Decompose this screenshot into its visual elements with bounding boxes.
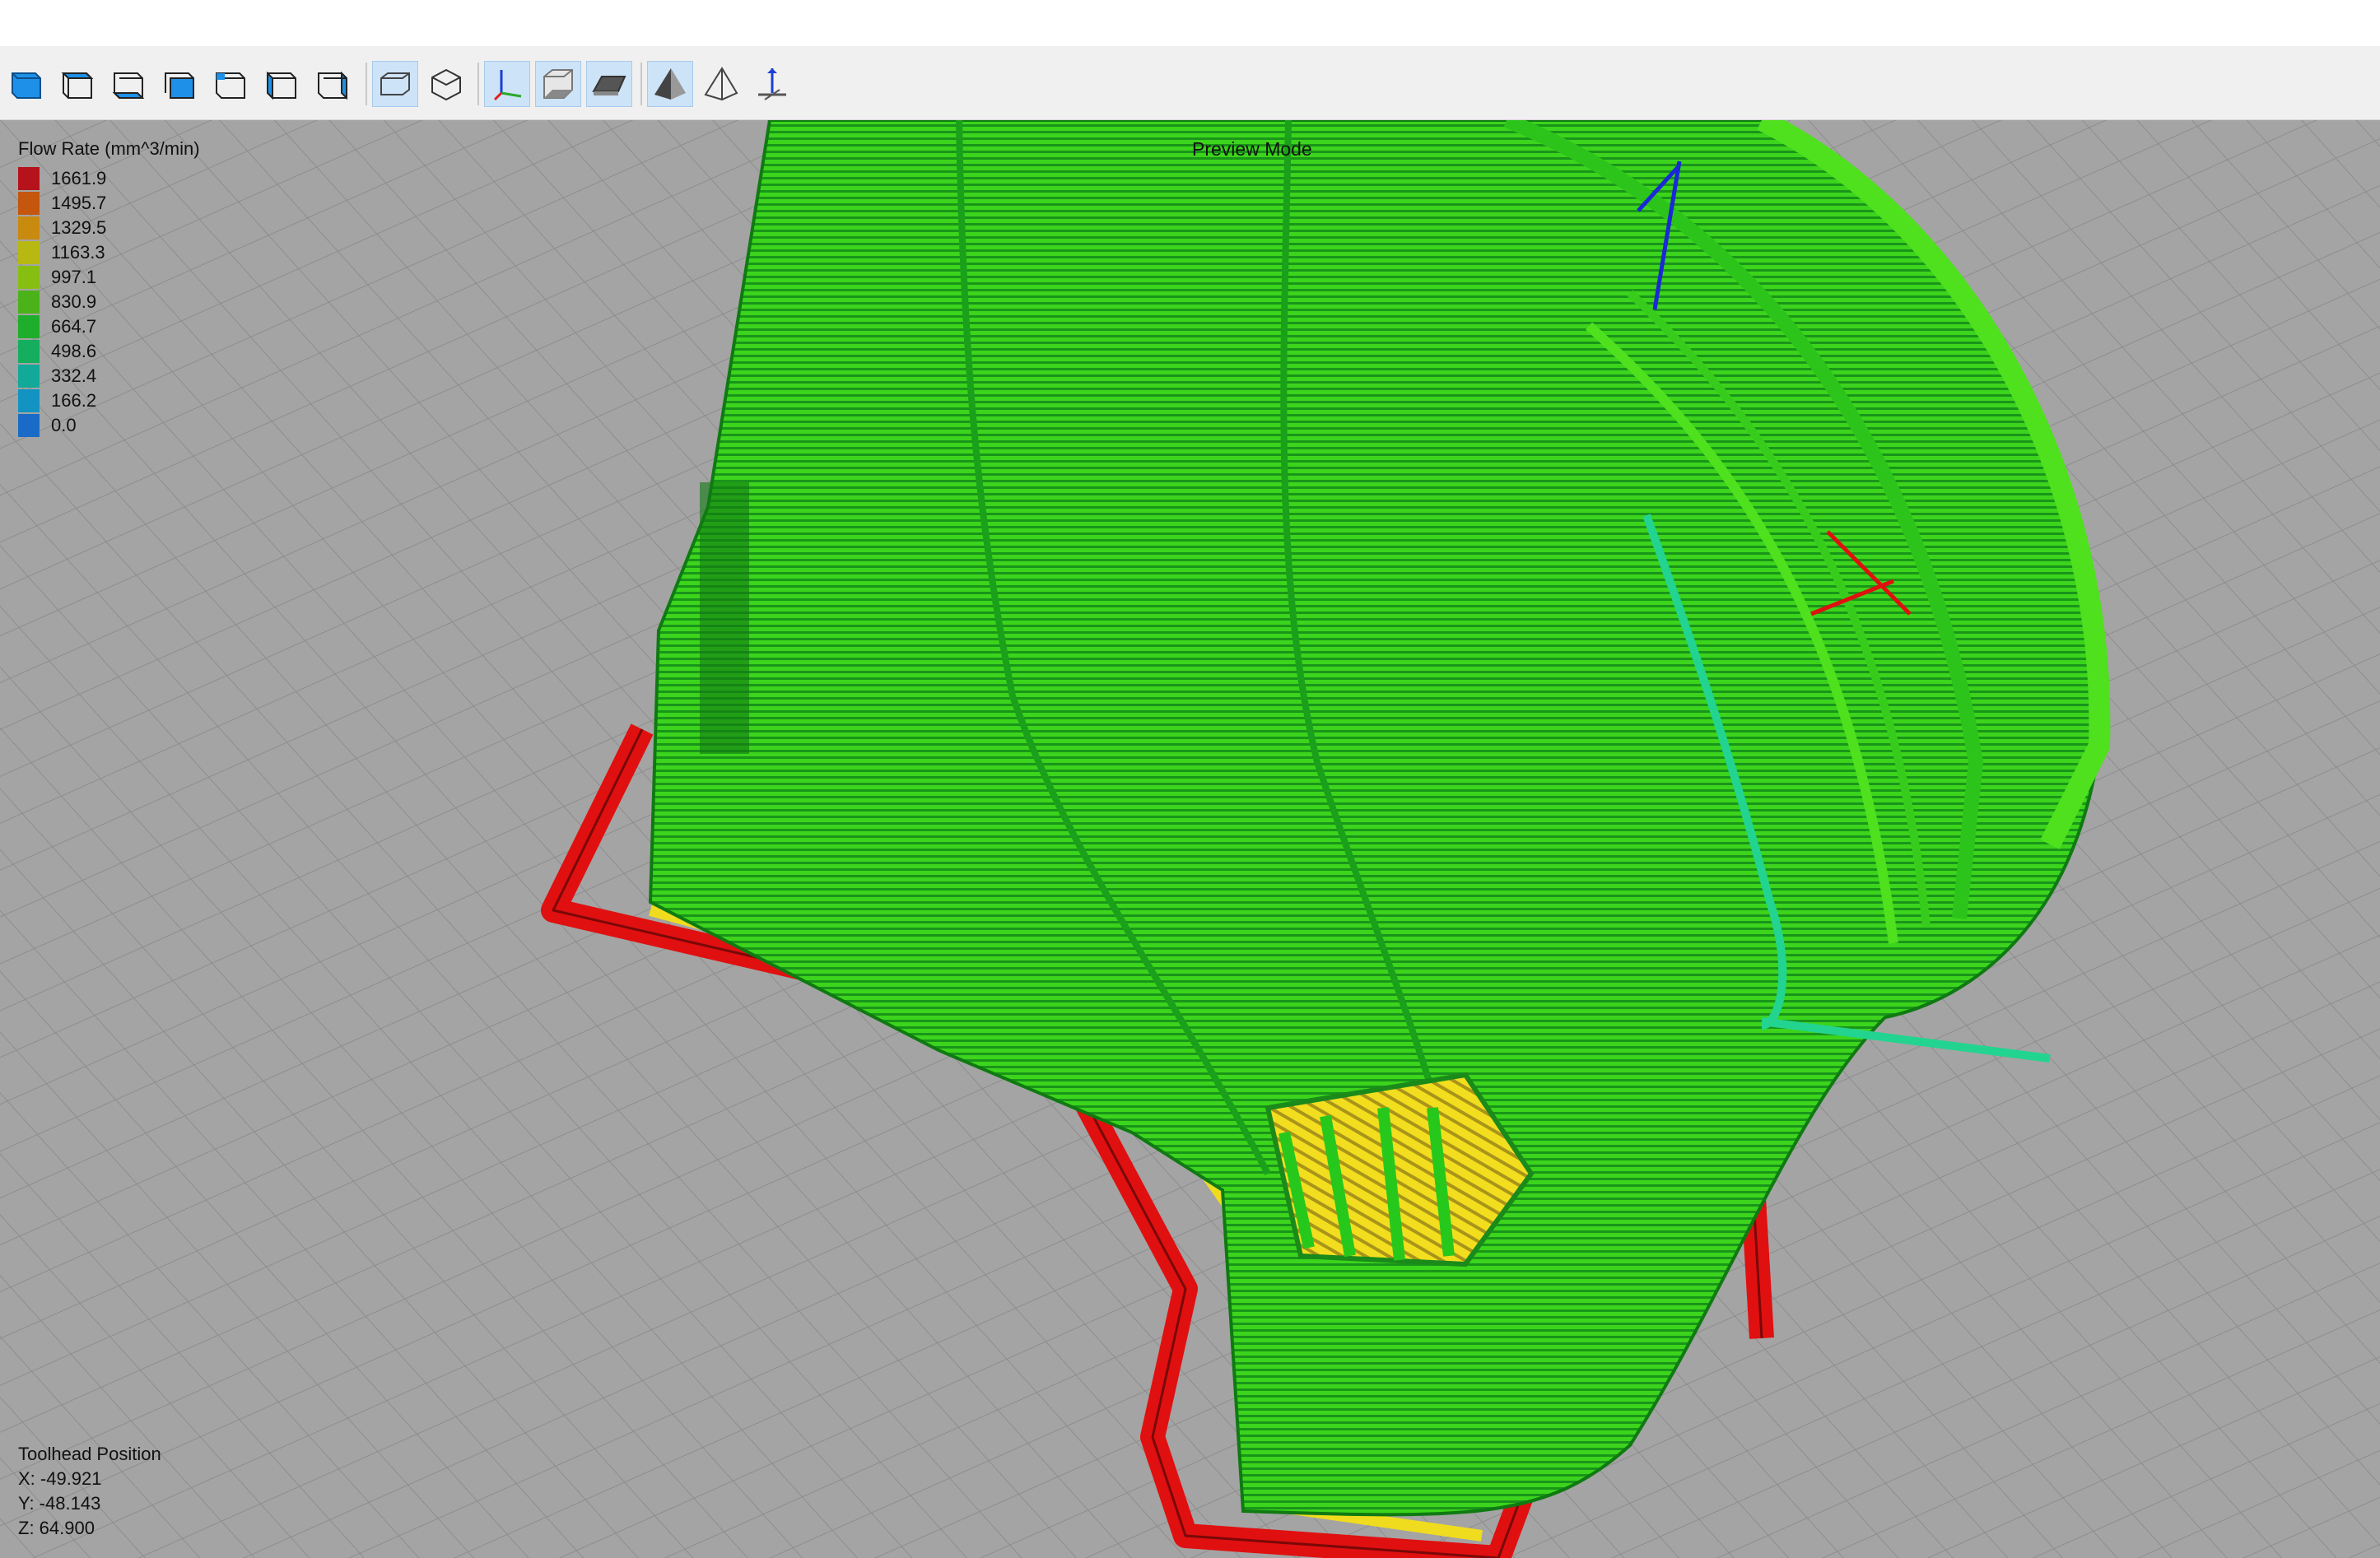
legend-entry: 0.0 xyxy=(18,413,200,438)
toolbar-separator xyxy=(640,63,642,105)
perspective-icon xyxy=(431,68,461,101)
legend-value: 332.4 xyxy=(51,365,97,386)
toolhead-y: Y: -48.143 xyxy=(18,1493,101,1514)
orthographic-button[interactable] xyxy=(372,61,418,107)
window-title-bar xyxy=(0,0,2380,46)
sparse-infill-left xyxy=(700,482,749,754)
legend-entry: 997.1 xyxy=(18,265,200,290)
legend-swatch xyxy=(18,266,40,289)
view-right-icon xyxy=(318,71,347,100)
legend-value: 166.2 xyxy=(51,390,97,411)
gcode-preview-scene xyxy=(0,120,2380,1558)
legend-entry: 1329.5 xyxy=(18,216,200,240)
legend-value: 1329.5 xyxy=(51,217,107,238)
bed-button[interactable] xyxy=(586,61,632,107)
legend-entry: 830.9 xyxy=(18,290,200,314)
legend-swatch xyxy=(18,389,40,412)
legend-value: 0.0 xyxy=(51,415,77,435)
legend-title: Flow Rate (mm^3/min) xyxy=(18,138,200,159)
view-bottom-button[interactable] xyxy=(105,61,151,107)
view-iso-button[interactable] xyxy=(3,61,49,107)
view-left-icon xyxy=(267,71,296,100)
view-back-icon xyxy=(216,72,245,99)
view-left-button[interactable] xyxy=(258,61,305,107)
wireframe-mode-button[interactable] xyxy=(698,61,744,107)
toolbar-separator xyxy=(477,63,479,105)
view-toolbar xyxy=(0,46,2380,120)
view-front-icon xyxy=(165,72,194,99)
axes-button[interactable] xyxy=(484,61,530,107)
toolhead-position-panel: Toolhead Position X: -49.921 Y: -48.143 … xyxy=(18,1442,161,1541)
view-front-button[interactable] xyxy=(156,61,203,107)
legend-entry: 1163.3 xyxy=(18,240,200,265)
perspective-button[interactable] xyxy=(423,61,469,107)
legend-swatch xyxy=(18,167,40,190)
toolhead-icon xyxy=(758,68,786,100)
legend-value: 1163.3 xyxy=(51,242,105,263)
toolhead-z: Z: 64.900 xyxy=(18,1518,95,1538)
view-right-button[interactable] xyxy=(310,61,356,107)
bed-icon xyxy=(592,76,626,95)
legend-swatch xyxy=(18,241,40,264)
legend-swatch xyxy=(18,414,40,437)
wireframe-mode-icon xyxy=(704,67,738,101)
view-back-button[interactable] xyxy=(207,61,254,107)
toolbar-separator xyxy=(366,63,367,105)
legend-swatch xyxy=(18,340,40,363)
flow-rate-legend: Flow Rate (mm^3/min) 1661.9 1495.7 1329.5 1… xyxy=(18,138,200,438)
legend-entry: 332.4 xyxy=(18,364,200,388)
legend-entry: 166.2 xyxy=(18,388,200,413)
view-iso-icon xyxy=(12,72,41,99)
toolhead-x: X: -49.921 xyxy=(18,1468,102,1489)
legend-value: 498.6 xyxy=(51,341,97,361)
legend-value: 830.9 xyxy=(51,291,97,312)
toolhead-button[interactable] xyxy=(749,61,795,107)
legend-swatch xyxy=(18,315,40,338)
view-top-button[interactable] xyxy=(54,61,100,107)
legend-value: 664.7 xyxy=(51,316,97,337)
legend-value: 1661.9 xyxy=(51,168,107,188)
legend-swatch xyxy=(18,192,40,215)
build-volume-icon xyxy=(543,69,573,99)
solid-mode-icon xyxy=(654,68,686,100)
legend-swatch xyxy=(18,291,40,314)
3d-viewport[interactable] xyxy=(0,120,2380,1558)
preview-mode-label: Preview Mode xyxy=(1192,138,1312,160)
toolhead-title: Toolhead Position xyxy=(18,1444,161,1464)
orthographic-icon xyxy=(380,72,410,95)
legend-entry: 1661.9 xyxy=(18,166,200,191)
view-top-icon xyxy=(61,72,94,99)
solid-mode-button[interactable] xyxy=(647,61,693,107)
view-bottom-icon xyxy=(112,72,145,99)
legend-entry: 664.7 xyxy=(18,314,200,339)
legend-swatch xyxy=(18,365,40,388)
legend-entry: 498.6 xyxy=(18,339,200,364)
legend-value: 997.1 xyxy=(51,267,97,287)
legend-swatch xyxy=(18,216,40,240)
legend-entry: 1495.7 xyxy=(18,191,200,216)
axes-icon xyxy=(493,70,522,101)
legend-value: 1495.7 xyxy=(51,193,107,213)
build-volume-button[interactable] xyxy=(535,61,581,107)
